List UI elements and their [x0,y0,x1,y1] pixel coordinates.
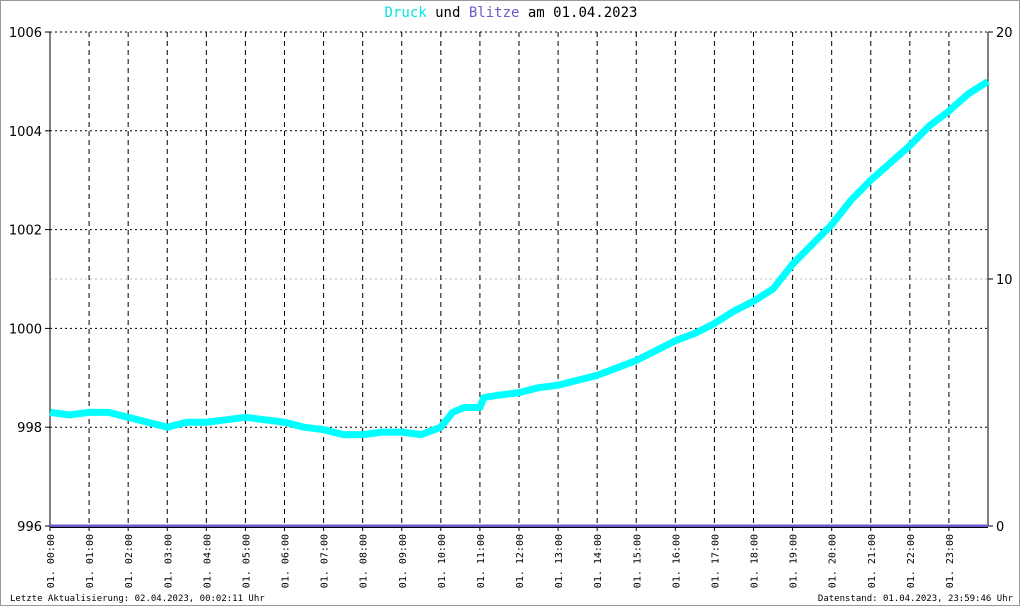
x-tick-label: 01. 12:00 [515,534,526,588]
chart-container: Druck und Blitze am 01.04.2023 1006 1004 1… [0,0,1020,606]
footer-data-status: Datenstand: 01.04.2023, 23:59:46 Uhr [817,594,1013,604]
x-tick-label: 01. 19:00 [789,534,800,588]
x-tick-label: 01. 16:00 [671,534,682,588]
y-right-tick-label: 10 [996,273,1013,288]
x-tick-label: 01. 04:00 [202,534,213,588]
y-left-tick-label: 1002 [9,224,42,239]
x-tick-label: 01. 13:00 [554,534,565,588]
x-tick-label: 01. 08:00 [359,534,370,588]
x-tick-label: 01. 05:00 [241,534,252,588]
y-left-tick-label: 1006 [9,26,42,41]
x-tick-label: 01. 00:00 [46,534,57,588]
x-tick-label: 01. 10:00 [437,534,448,588]
y-left-tick-label: 1004 [9,125,42,140]
x-tick-label: 01. 14:00 [593,534,604,588]
x-tick-label: 01. 18:00 [750,534,761,588]
footer-last-update: Letzte Aktualisierung: 02.04.2023, 00:02… [10,594,265,604]
x-tick-label: 01. 15:00 [632,534,643,588]
x-tick-label: 01. 20:00 [828,534,839,588]
x-tick-label: 01. 23:00 [945,534,956,588]
x-tick-label: 01. 02:00 [124,534,135,588]
plot-area: 1006 1004 1002 1000 998 996 20 10 0 01. 00:00 01. … [9,26,1013,588]
x-tick-label: 01. 06:00 [281,534,292,588]
x-tick-label: 01. 01:00 [85,534,96,588]
x-tick-label: 01. 22:00 [906,534,917,588]
x-tick-label: 01. 07:00 [320,534,331,588]
x-tick-label: 01. 03:00 [163,534,174,588]
x-tick-label: 01. 09:00 [398,534,409,588]
y-left-tick-label: 996 [17,520,42,535]
y-left-tick-label: 998 [17,421,42,436]
x-tick-label: 01. 17:00 [710,534,721,588]
x-tick-label: 01. 11:00 [476,534,487,588]
x-tick-label: 01. 21:00 [867,534,878,588]
y-right-tick-label: 20 [996,26,1013,41]
y-right-tick-label: 0 [996,520,1004,535]
y-left-tick-label: 1000 [9,322,42,337]
